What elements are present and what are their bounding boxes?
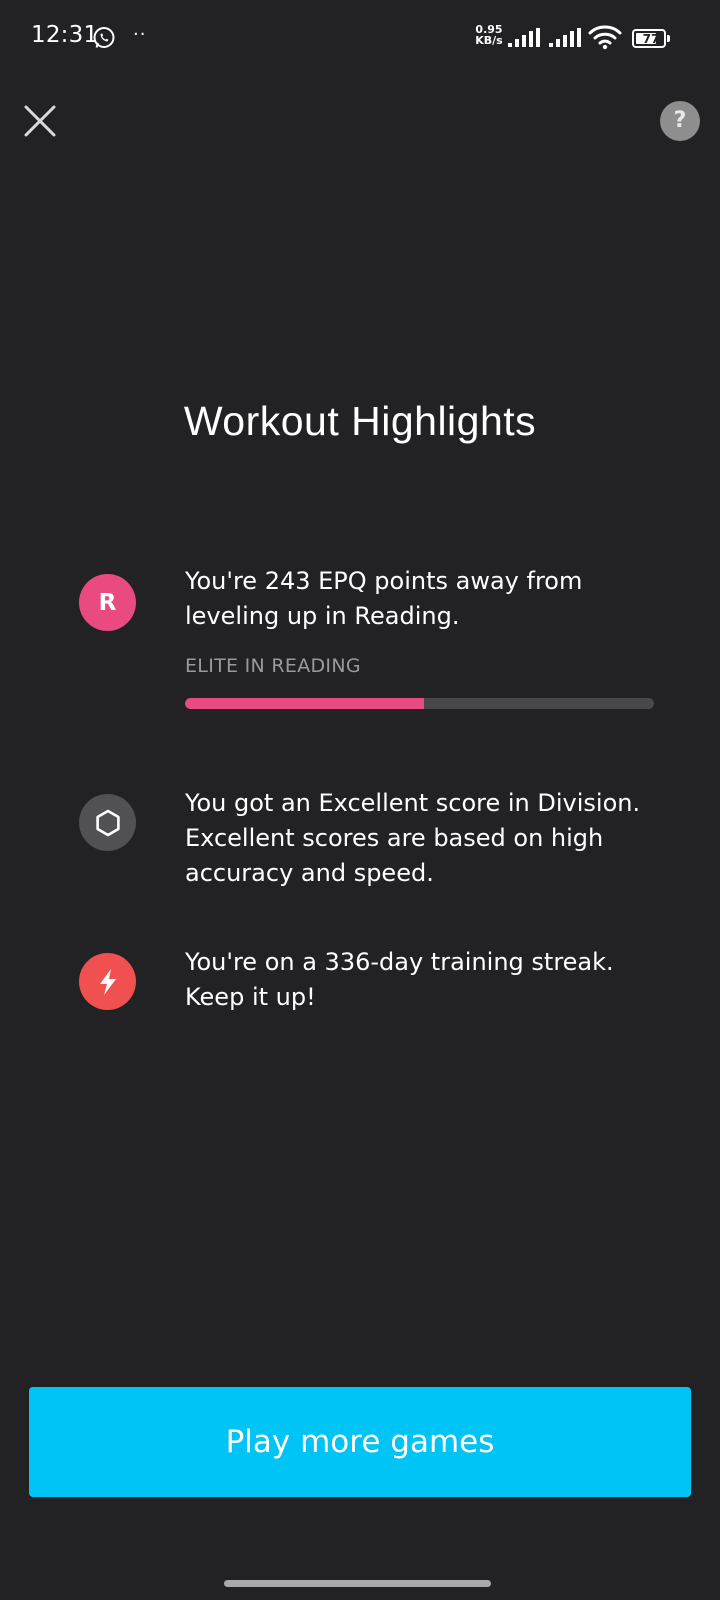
level-progress-fill xyxy=(185,698,425,709)
help-button[interactable]: ? xyxy=(660,101,700,141)
level-progress-bar xyxy=(185,698,654,709)
signal-icon xyxy=(508,28,540,47)
reading-badge-icon: R xyxy=(79,574,136,631)
hexagon-icon xyxy=(79,794,136,851)
lightning-icon xyxy=(79,953,136,1010)
whatsapp-icon xyxy=(93,27,115,48)
network-speed: 0.95 KB/s xyxy=(475,23,503,47)
status-time: 12:31 xyxy=(31,22,99,48)
home-indicator[interactable] xyxy=(224,1580,491,1587)
reading-badge-letter: R xyxy=(98,589,117,616)
wifi-icon xyxy=(588,25,622,50)
highlight-text: You're on a 336-day training streak. Kee… xyxy=(185,948,614,1011)
workout-highlights-screen: 12:31 ·· 0.95 KB/s 77 ? Workout Highligh… xyxy=(0,0,720,1600)
status-dots: ·· xyxy=(133,24,147,45)
status-bar: 12:31 ·· 0.95 KB/s 77 xyxy=(0,0,720,76)
battery-icon: 77 xyxy=(632,29,670,48)
page-title: Workout Highlights xyxy=(183,398,537,444)
battery-level-text: 77 xyxy=(642,32,660,46)
close-icon[interactable] xyxy=(20,101,60,141)
play-more-games-button[interactable]: Play more games xyxy=(29,1387,691,1497)
help-question-icon: ? xyxy=(673,108,687,133)
signal-icon xyxy=(549,28,581,47)
level-label: ELITE IN READING xyxy=(185,655,361,677)
highlight-text: You're 243 EPQ points away from leveling… xyxy=(185,567,583,630)
highlight-text: You got an Excellent score in Division. … xyxy=(185,789,641,887)
